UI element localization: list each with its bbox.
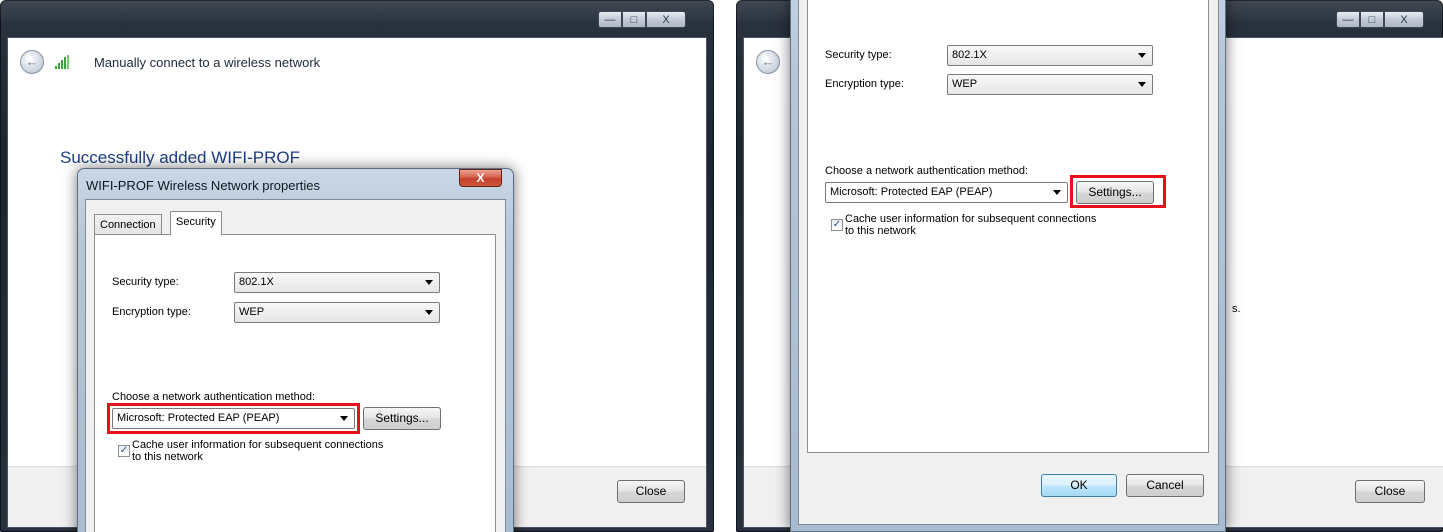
auth-method-select[interactable]: Microsoft: Protected EAP (PEAP) bbox=[825, 182, 1068, 203]
checkmark-icon: ✓ bbox=[832, 219, 842, 230]
minimize-button[interactable]: — bbox=[1336, 11, 1360, 28]
dropdown-arrow-icon bbox=[425, 310, 433, 315]
window-caption-buttons: — □ X bbox=[1336, 11, 1424, 28]
cache-checkbox[interactable]: ✓ bbox=[831, 219, 843, 231]
wizard-nav-bar: ← Manually connect to a wireless network bbox=[8, 38, 706, 92]
settings-highlight bbox=[1070, 175, 1166, 208]
encryption-type-value: WEP bbox=[952, 78, 978, 90]
wireless-signal-icon bbox=[55, 55, 69, 69]
security-type-value: 802.1X bbox=[952, 49, 987, 61]
network-properties-dialog: WIFI-PROF Wireless Network properties X … bbox=[77, 168, 514, 532]
dropdown-arrow-icon bbox=[1138, 82, 1146, 87]
security-type-label: Security type: bbox=[825, 49, 892, 61]
window-close-button[interactable]: X bbox=[1384, 11, 1424, 28]
dialog-body: Security type: 802.1X Encryption type: W… bbox=[798, 0, 1219, 525]
checkmark-icon: ✓ bbox=[119, 445, 129, 456]
partial-background-text: s. bbox=[1232, 303, 1241, 315]
dropdown-arrow-icon bbox=[1053, 190, 1061, 195]
tab-security[interactable]: Security bbox=[170, 211, 222, 235]
encryption-type-select[interactable]: WEP bbox=[234, 302, 440, 323]
security-type-select[interactable]: 802.1X bbox=[947, 45, 1153, 66]
back-arrow-icon[interactable]: ← bbox=[20, 50, 44, 74]
minimize-button[interactable]: — bbox=[598, 11, 622, 28]
security-tab-page: Security type: 802.1X Encryption type: W… bbox=[807, 0, 1209, 453]
close-button[interactable]: Close bbox=[1355, 480, 1425, 503]
close-button[interactable]: Close bbox=[617, 480, 685, 503]
encryption-type-label: Encryption type: bbox=[112, 306, 191, 318]
maximize-button[interactable]: □ bbox=[1360, 11, 1384, 28]
cancel-button[interactable]: Cancel bbox=[1126, 474, 1204, 497]
ok-button[interactable]: OK bbox=[1041, 474, 1117, 497]
dialog-title: WIFI-PROF Wireless Network properties bbox=[86, 178, 321, 193]
settings-button[interactable]: Settings... bbox=[363, 407, 441, 430]
security-type-select[interactable]: 802.1X bbox=[234, 272, 440, 293]
auth-method-value: Microsoft: Protected EAP (PEAP) bbox=[830, 186, 993, 198]
security-tab-page: Security type: 802.1X Encryption type: W… bbox=[94, 234, 496, 532]
dialog-body: Connection Security Security type: 802.1… bbox=[85, 199, 506, 532]
right-screenshot-panel: — □ X ← s. Close Security type: 802.1X E… bbox=[736, 0, 1443, 532]
tab-connection[interactable]: Connection bbox=[94, 214, 162, 235]
back-arrow-icon[interactable]: ← bbox=[756, 50, 780, 74]
security-type-label: Security type: bbox=[112, 276, 179, 288]
success-message: Successfully added WIFI-PROF bbox=[60, 148, 300, 167]
encryption-type-select[interactable]: WEP bbox=[947, 74, 1153, 95]
cache-checkbox-label: Cache user information for subsequent co… bbox=[132, 439, 384, 463]
maximize-button[interactable]: □ bbox=[622, 11, 646, 28]
window-caption-buttons: — □ X bbox=[598, 11, 686, 28]
left-screenshot-panel: — □ X ← Manually connect to a wireless n… bbox=[0, 0, 722, 532]
panel-gap bbox=[722, 0, 736, 532]
window-close-button[interactable]: X bbox=[646, 11, 686, 28]
auth-method-label: Choose a network authentication method: bbox=[825, 165, 1029, 177]
network-properties-dialog: Security type: 802.1X Encryption type: W… bbox=[790, 0, 1226, 532]
wizard-title: Manually connect to a wireless network bbox=[94, 55, 321, 70]
encryption-type-label: Encryption type: bbox=[825, 78, 904, 90]
encryption-type-value: WEP bbox=[239, 306, 265, 318]
dialog-close-button[interactable]: X bbox=[459, 169, 502, 187]
dropdown-arrow-icon bbox=[1138, 53, 1146, 58]
dropdown-arrow-icon bbox=[425, 280, 433, 285]
cache-checkbox-label: Cache user information for subsequent co… bbox=[845, 213, 1097, 237]
cache-checkbox[interactable]: ✓ bbox=[118, 445, 130, 457]
auth-method-highlight bbox=[107, 403, 360, 434]
security-type-value: 802.1X bbox=[239, 276, 274, 288]
auth-method-label: Choose a network authentication method: bbox=[112, 391, 316, 403]
